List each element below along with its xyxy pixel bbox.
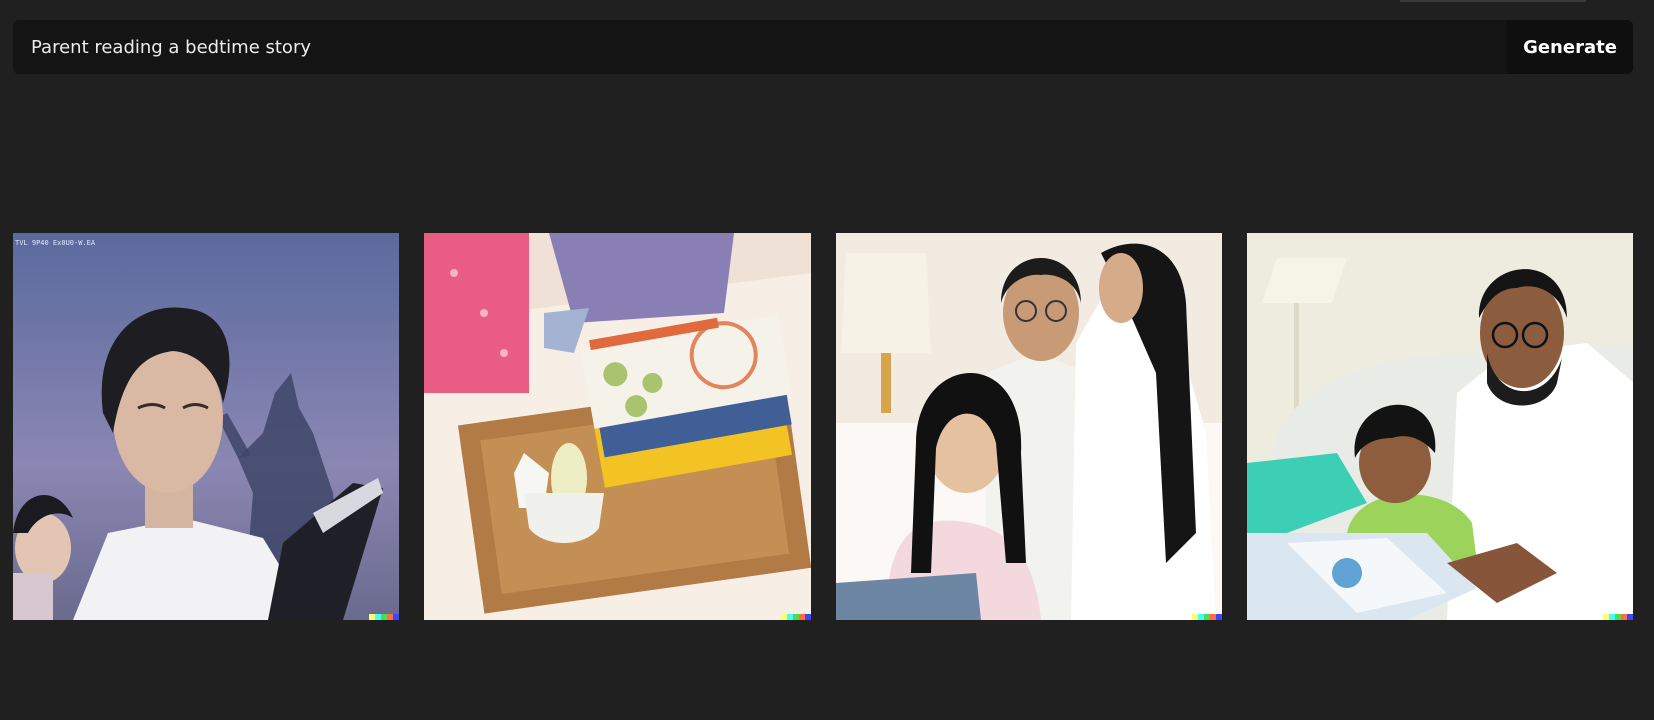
image-gallery: TVL 9P40 Ex0U0-W.EA	[13, 233, 1633, 620]
generated-image-3[interactable]	[835, 233, 1222, 620]
image-2-illustration	[424, 233, 811, 620]
generated-image-1[interactable]: TVL 9P40 Ex0U0-W.EA	[13, 233, 400, 620]
signature-badge	[780, 614, 811, 620]
svg-text:TVL 9P40 Ex0U0-W.EA: TVL 9P40 Ex0U0-W.EA	[15, 239, 96, 247]
prompt-bar: Generate	[13, 20, 1633, 74]
image-1-illustration: TVL 9P40 Ex0U0-W.EA	[13, 233, 400, 620]
image-3-illustration	[835, 233, 1222, 620]
signature-badge	[1603, 614, 1633, 620]
generate-button[interactable]: Generate	[1507, 20, 1633, 74]
image-4-illustration	[1246, 233, 1633, 620]
generated-image-2[interactable]	[424, 233, 811, 620]
signature-badge	[1191, 614, 1222, 620]
generated-image-4[interactable]	[1246, 233, 1633, 620]
top-tab-indicator	[1400, 0, 1504, 2]
signature-badge	[369, 614, 400, 620]
top-tab-indicator	[1504, 0, 1586, 2]
prompt-input[interactable]	[13, 20, 1507, 74]
